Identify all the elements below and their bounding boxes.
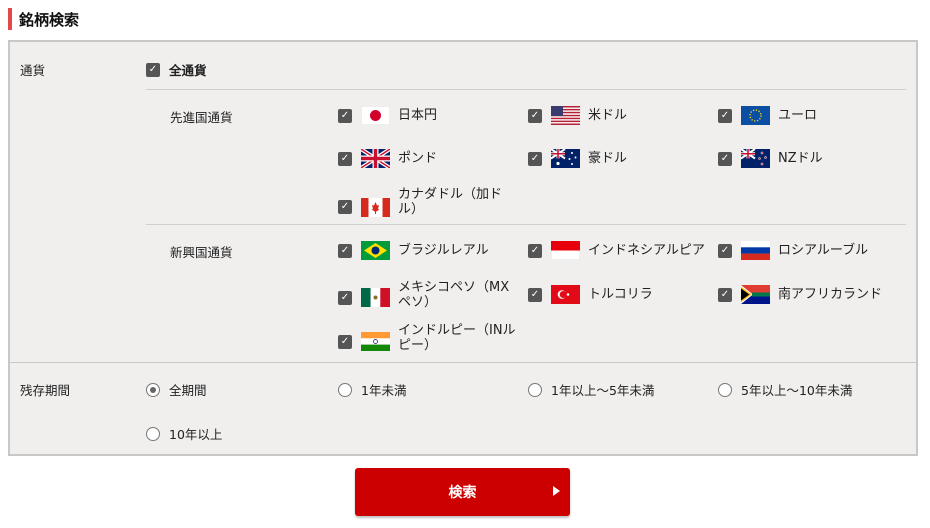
section-divider [10,362,916,363]
new-zealand-flag-icon [741,149,770,168]
checkbox-checked-icon: ✓ [146,62,160,77]
radio-selected-icon [146,382,160,397]
currency-option-jpy[interactable]: ✓ 日本円 [338,106,516,125]
term-option-over-10y[interactable]: 10年以上 [146,424,222,443]
south-africa-flag-icon [741,285,770,304]
page-title-block: 銘柄検索 [8,8,79,30]
turkey-flag-icon [551,285,580,304]
currency-name: カナダドル（加ドル） [398,187,503,217]
checkbox-checked-icon: ✓ [338,243,352,258]
currency-option-eur[interactable]: ✓ ユーロ [718,106,896,125]
currency-option-zar[interactable]: ✓ 南アフリカランド [718,285,896,304]
currency-name: 米ドル [588,108,628,123]
currency-option-usd[interactable]: ✓ 米ドル [528,106,706,125]
currency-name: メキシコペソ（MXペソ） [398,280,510,310]
currency-option-gbp[interactable]: ✓ ポンド [338,149,516,168]
currency-name: ユーロ [778,108,818,123]
divider [146,89,906,90]
currency-option-mxn[interactable]: ✓ メキシコペソ（MXペソ） [338,280,516,310]
currency-name: NZドル [778,151,823,166]
term-label: 残存期間 [20,383,71,398]
currency-name: 豪ドル [588,151,628,166]
currency-name: ロシアルーブル [778,243,869,258]
currency-name: トルコリラ [588,287,653,302]
term-option-label: 10年以上 [169,427,223,442]
checkbox-checked-icon: ✓ [718,108,732,123]
currency-option-cad[interactable]: ✓ カナダドル（加ドル） [338,187,516,217]
currency-name: インドネシアルピア [588,243,705,258]
checkbox-checked-icon: ✓ [528,287,542,302]
mexico-flag-icon [361,288,390,307]
currency-name: 日本円 [398,108,438,123]
currency-option-rub[interactable]: ✓ ロシアルーブル [718,241,896,260]
currency-option-aud[interactable]: ✓ 豪ドル [528,149,706,168]
radio-unselected-icon [338,382,352,397]
canada-flag-icon [361,197,390,217]
checkbox-checked-icon: ✓ [338,108,352,123]
play-arrow-icon [553,486,560,496]
us-flag-icon [551,106,580,125]
all-currency-checkbox[interactable]: ✓ 全通貨 [146,60,207,79]
currency-name: インドルピー（INルピー） [398,323,516,353]
checkbox-checked-icon: ✓ [718,151,732,166]
currency-name: 南アフリカランド [778,287,883,302]
japan-flag-icon [361,106,390,125]
search-button-label: 検索 [448,485,477,501]
term-option-5y-10y[interactable]: 5年以上～10年未満 [718,380,852,399]
checkbox-checked-icon: ✓ [528,243,542,258]
checkbox-checked-icon: ✓ [338,290,352,305]
currency-name: ブラジルレアル [398,243,489,258]
currency-option-inr[interactable]: ✓ インドルピー（INルピー） [338,323,516,353]
checkbox-checked-icon: ✓ [338,151,352,166]
currency-option-nzd[interactable]: ✓ NZドル [718,149,896,168]
search-panel: 通貨 ✓ 全通貨 先進国通貨 ✓ 日本円 ✓ 米ドル ✓ ユーロ ✓ ポンド ✓… [8,40,918,456]
developed-group-label: 先進国通貨 [170,110,233,125]
checkbox-checked-icon: ✓ [718,287,732,302]
currency-option-idr[interactable]: ✓ インドネシアルピア [528,241,718,260]
checkbox-checked-icon: ✓ [528,108,542,123]
term-option-label: 5年以上～10年未満 [741,383,853,398]
title-accent-bar [8,8,12,30]
currency-option-brl[interactable]: ✓ ブラジルレアル [338,241,516,260]
emerging-group-label: 新興国通貨 [170,245,233,260]
checkbox-checked-icon: ✓ [338,334,352,349]
page-title: 銘柄検索 [19,10,80,29]
checkbox-checked-icon: ✓ [718,243,732,258]
currency-option-try[interactable]: ✓ トルコリラ [528,285,706,304]
term-option-all[interactable]: 全期間 [146,380,207,399]
brazil-flag-icon [361,241,390,260]
checkbox-checked-icon: ✓ [338,200,352,214]
radio-unselected-icon [718,382,732,397]
all-currency-label: 全通貨 [169,63,207,78]
term-option-under-1y[interactable]: 1年未満 [338,380,406,399]
term-option-label: 1年以上～5年未満 [551,383,655,398]
checkbox-checked-icon: ✓ [528,151,542,166]
radio-unselected-icon [528,382,542,397]
indonesia-flag-icon [551,241,580,260]
currency-name: ポンド [398,151,438,166]
eu-flag-icon [741,106,770,125]
currency-label: 通貨 [20,63,46,78]
search-button[interactable]: 検索 [355,468,570,516]
uk-flag-icon [361,149,390,168]
radio-unselected-icon [146,426,160,441]
russia-flag-icon [741,241,770,260]
term-option-label: 1年未満 [361,383,407,398]
australia-flag-icon [551,149,580,168]
india-flag-icon [361,332,390,351]
divider [146,224,906,225]
term-option-1y-5y[interactable]: 1年以上～5年未満 [528,380,654,399]
term-option-label: 全期間 [169,383,207,398]
